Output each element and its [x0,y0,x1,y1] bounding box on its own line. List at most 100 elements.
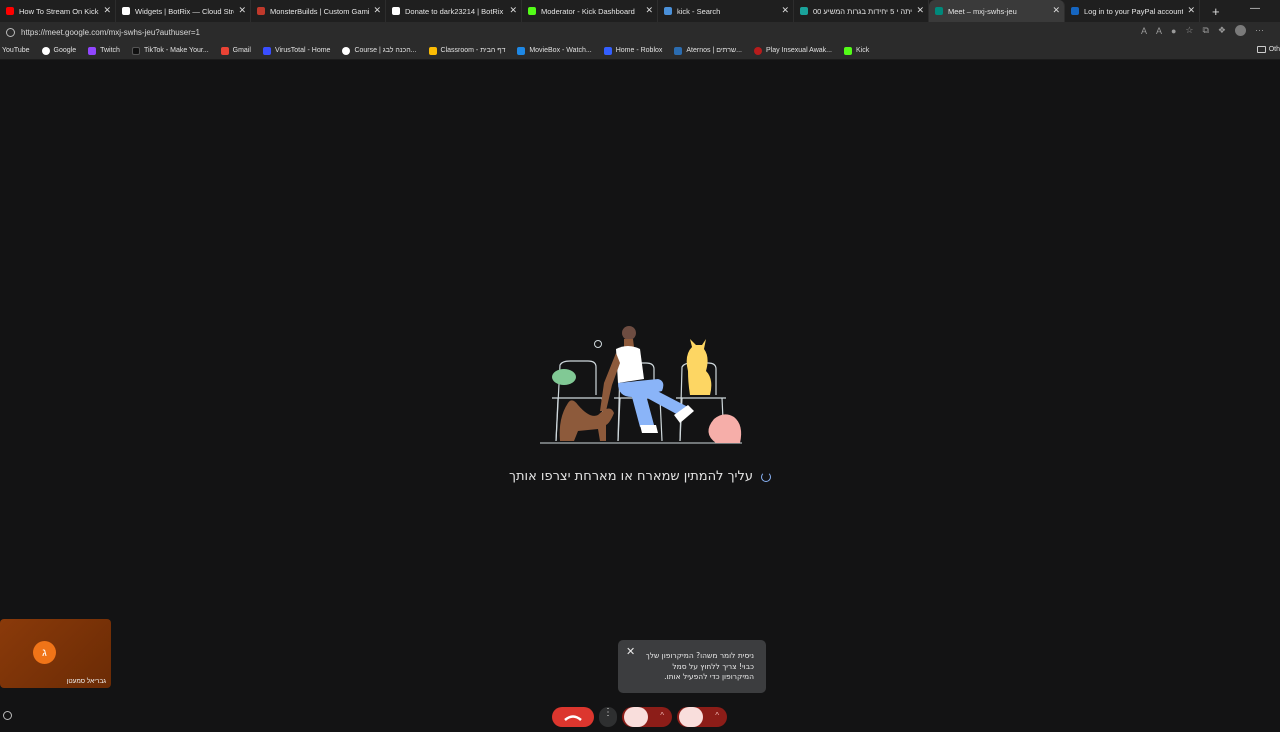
more-options-button[interactable]: ⋮ [599,707,617,727]
moviebox-icon [517,46,526,55]
tab-title: Meet – mxj-swhs-jeu [948,6,1017,16]
chevron-up-icon[interactable]: ^ [660,711,664,720]
close-tab-icon[interactable]: ✕ [645,5,653,16]
text-size-icon[interactable]: A [1156,26,1162,36]
bookmark-moviebox[interactable]: MovieBox - Watch... [517,46,592,55]
minimize-window-button[interactable]: — [1250,3,1260,14]
self-view-tile[interactable]: ג גבריאל סמעטן [0,619,111,688]
virustotal-icon [262,46,271,55]
extensions-icon[interactable]: ❖ [1218,25,1226,36]
twitch-icon [88,46,97,55]
new-tab-button[interactable]: + [1212,4,1220,19]
botrix-favicon-icon [122,7,130,15]
close-tab-icon[interactable]: ✕ [1187,5,1195,16]
settings-menu-icon[interactable]: ⋯ [1255,25,1264,36]
bookmark-gmail[interactable]: Gmail [220,46,251,55]
meet-favicon-icon [935,7,943,15]
bookmark-label: TikTok - Make Your... [143,47,209,54]
profile-avatar-icon[interactable] [1235,25,1246,36]
close-icon[interactable]: ✕ [626,645,635,658]
url-field[interactable]: https://meet.google.com/mxj-swhs-jeu?aut… [21,28,200,37]
browser-tab-active[interactable]: Meet – mxj-swhs-jeu ✕ [929,0,1065,22]
browser-tab[interactable]: How To Stream On Kick (For Beginners) ✕ [0,0,116,22]
favorite-star-icon[interactable]: ☆ [1185,25,1193,36]
waiting-room-illustration [540,326,742,444]
kick-favicon-icon [528,7,536,15]
bookmark-twitch[interactable]: Twitch [88,46,120,55]
aternos-icon [674,46,683,55]
chevron-up-icon[interactable]: ^ [715,711,719,720]
status-circle-icon [3,711,12,720]
browser-tab[interactable]: Moderator - Kick Dashboard ✕ [522,0,658,22]
tooltip-text: ניסית לומר משהו? המיקרופון שלך כבוי! צרי… [645,651,754,681]
bookmark-label: Course | הכנה לבג... [354,47,417,54]
youtube-favicon-icon [6,7,14,15]
participant-name: גבריאל סמעטן [66,678,106,685]
tab-title: כיתה י 5 יחידות בגרות המשיע 00 [813,6,912,16]
tab-title: Widgets | BotRix — Cloud Streaming [135,6,234,16]
bookmark-label: MovieBox - Watch... [529,47,592,54]
paypal-favicon-icon [1071,7,1079,15]
other-bookmarks-label: Oth [1268,46,1280,53]
meet-waiting-room: עליך להמתין שמארח או מארחת יצרפו אותך ג … [0,61,1280,727]
camera-off-icon [624,707,648,727]
bookmark-label: Aternos | שרתים... [686,47,742,54]
bookmark-insexual-awakening[interactable]: Play Insexual Awak... [753,46,833,55]
bookmark-tiktok[interactable]: TikTok - Make Your... [131,46,209,55]
address-bar: https://meet.google.com/mxj-swhs-jeu?aut… [0,22,1280,42]
bookmark-classroom[interactable]: Classroom - דף הבית [428,46,506,55]
tab-title: Donate to dark23214 | BotRix — Cloud [405,6,505,16]
site-info-icon[interactable] [6,27,15,37]
tab-title: Moderator - Kick Dashboard [541,6,635,16]
close-tab-icon[interactable]: ✕ [238,5,246,16]
bookmark-kick[interactable]: Kick [844,46,870,55]
bookmark-label: Play Insexual Awak... [765,47,833,54]
microphone-permission-icon[interactable]: ● [1171,26,1176,36]
close-tab-icon[interactable]: ✕ [916,5,924,16]
bookmark-label: Classroom - דף הבית [440,47,506,54]
bookmark-virustotal[interactable]: VirusTotal - Home [262,46,330,55]
bookmark-course[interactable]: Course | הכנה לבג... [342,46,417,55]
close-tab-icon[interactable]: ✕ [103,5,111,16]
tab-title: MonsterBuilds | Custom Gaming PCs [270,6,369,16]
waiting-status: עליך להמתין שמארח או מארחת יצרפו אותך [440,469,840,484]
bookmarks-bar: YouTube Google Twitch TikTok - Make Your… [0,42,1280,60]
search-favicon-icon [664,7,672,15]
waiting-message: עליך להמתין שמארח או מארחת יצרפו אותך [509,469,753,484]
bookmark-label: Twitch [100,47,120,54]
camera-toggle-button[interactable]: ^ [622,707,672,727]
game-icon [753,46,762,55]
tiktok-icon [131,46,140,55]
botrix-favicon-icon [392,7,400,15]
read-aloud-icon[interactable]: A [1141,26,1147,36]
classroom-favicon-icon [800,7,808,15]
browser-tab[interactable]: Widgets | BotRix — Cloud Streaming ✕ [116,0,251,22]
microphone-toggle-button[interactable]: ^ [677,707,727,727]
browser-tab[interactable]: MonsterBuilds | Custom Gaming PCs ✕ [251,0,386,22]
close-tab-icon[interactable]: ✕ [373,5,381,16]
tab-title: Log in to your PayPal account [1084,6,1183,16]
close-tab-icon[interactable]: ✕ [1052,5,1060,16]
bookmark-label: YouTube [2,47,30,54]
tab-strip: How To Stream On Kick (For Beginners) ✕ … [0,0,1280,22]
browser-tab[interactable]: Donate to dark23214 | BotRix — Cloud ✕ [386,0,522,22]
hang-up-icon [564,715,582,721]
other-bookmarks[interactable]: Oth [1256,46,1280,53]
bookmark-label: Home - Roblox [615,47,663,54]
bookmark-google[interactable]: Google [41,46,76,55]
course-icon [342,46,351,55]
bookmark-label: Kick [856,47,870,54]
bookmark-roblox[interactable]: Home - Roblox [603,46,663,55]
bookmark-aternos[interactable]: Aternos | שרתים... [674,46,742,55]
loading-spinner-icon [761,471,771,482]
folder-icon [1256,46,1266,53]
close-tab-icon[interactable]: ✕ [781,5,789,16]
browser-tab[interactable]: kick - Search ✕ [658,0,794,22]
browser-tab[interactable]: Log in to your PayPal account ✕ [1065,0,1200,22]
leave-call-button[interactable] [552,707,594,727]
collections-icon[interactable]: ⧉ [1202,25,1208,36]
roblox-icon [603,46,612,55]
bookmark-youtube[interactable]: YouTube [0,47,30,55]
close-tab-icon[interactable]: ✕ [509,5,517,16]
browser-tab[interactable]: כיתה י 5 יחידות בגרות המשיע 00 ✕ [794,0,929,22]
